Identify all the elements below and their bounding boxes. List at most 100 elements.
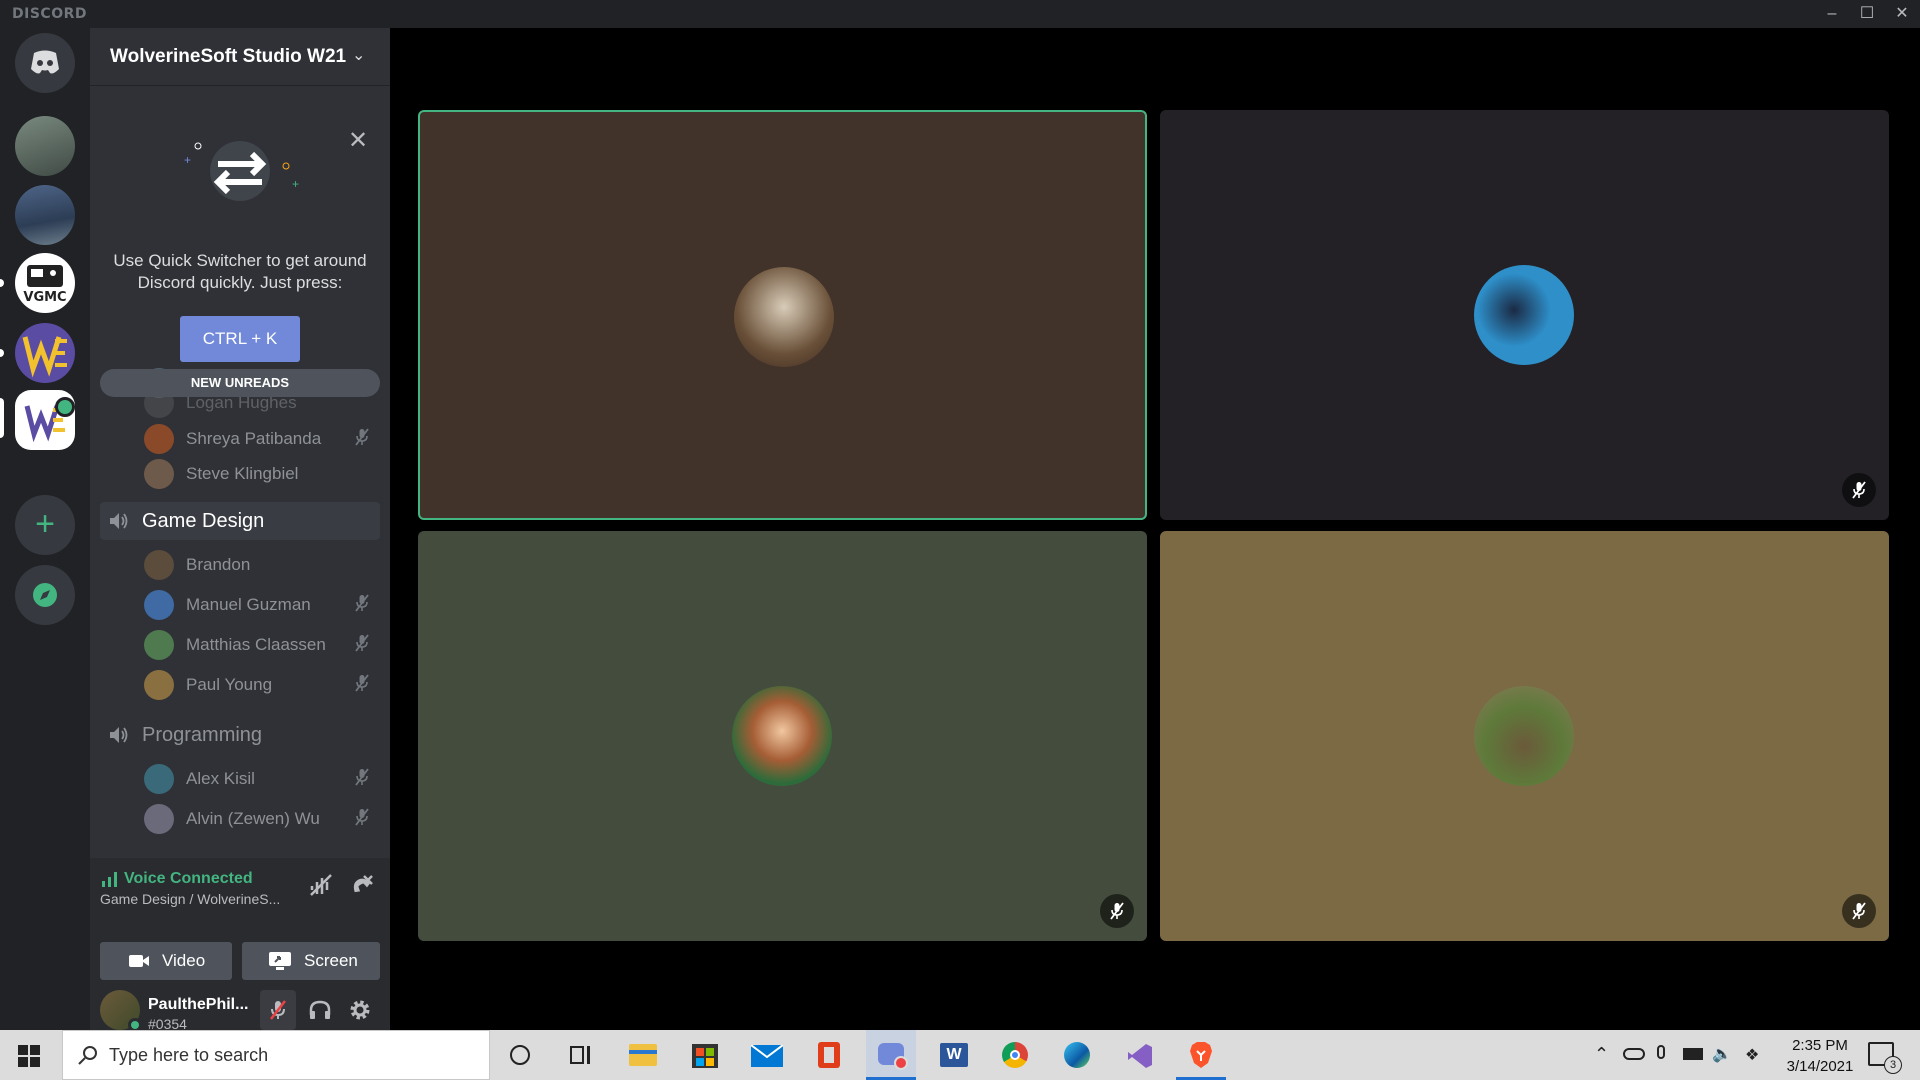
server-icon-1[interactable]	[15, 116, 75, 176]
discord-taskbar-icon[interactable]	[866, 1030, 916, 1080]
cortana-icon[interactable]	[495, 1030, 545, 1080]
microphone-muted-icon	[352, 767, 372, 787]
voice-member[interactable]: Shreya Patibanda	[144, 420, 380, 456]
speaker-icon	[110, 727, 128, 743]
mute-button[interactable]	[260, 990, 296, 1030]
server-header[interactable]: WolverineSoft Studio W21 ⌄	[90, 28, 390, 86]
office-icon[interactable]	[804, 1030, 854, 1080]
member-name: Alvin (Zewen) Wu	[186, 809, 320, 828]
server-name: WolverineSoft Studio W21	[110, 46, 347, 67]
file-explorer-icon[interactable]	[618, 1030, 668, 1080]
visual-studio-icon[interactable]	[1114, 1030, 1164, 1080]
noise-suppression-icon[interactable]	[308, 872, 334, 898]
app-title: DISCORD	[12, 6, 87, 22]
voice-member[interactable]: Alex Kisil	[144, 760, 380, 796]
signal-icon	[102, 872, 117, 887]
new-unreads-banner[interactable]: NEW UNREADS	[100, 369, 380, 397]
avatar	[144, 424, 174, 454]
voice-member[interactable]: Steve Klingbiel	[144, 455, 380, 491]
video-tile[interactable]	[418, 531, 1147, 941]
participant-avatar	[1474, 265, 1574, 365]
word-icon[interactable]: W	[928, 1030, 978, 1080]
voice-channel-programming[interactable]: Programming	[100, 716, 380, 754]
time: 2:35 PM	[1792, 1037, 1848, 1054]
member-name: Manuel Guzman	[186, 595, 311, 614]
screen-label: Screen	[304, 951, 358, 970]
taskbar-search[interactable]: Type here to search	[62, 1030, 490, 1080]
participant-avatar	[732, 686, 832, 786]
minimize-button[interactable]: –	[1815, 0, 1849, 28]
quick-switcher-tip: ✕ + + Use Quick Switcher to get around D…	[90, 86, 390, 386]
battery-icon[interactable]	[1683, 1048, 1703, 1060]
voice-active-badge	[55, 397, 75, 417]
voice-member[interactable]: Matthias Claassen	[144, 626, 380, 662]
quick-switcher-illustration-icon: + +	[184, 141, 299, 201]
unread-indicator	[0, 349, 4, 357]
brave-icon[interactable]	[1176, 1030, 1226, 1080]
user-panel: PaulthePhil... #0354	[90, 990, 390, 1032]
title-bar: DISCORD – ☐ ✕	[0, 0, 1920, 28]
dropbox-icon[interactable]: ❖	[1745, 1045, 1759, 1065]
server-icon-vgmc[interactable]: VGMC	[15, 253, 75, 313]
disconnect-icon[interactable]	[348, 872, 374, 898]
member-name: Matthias Claassen	[186, 635, 326, 654]
avatar	[144, 670, 174, 700]
channel-name: Game Design	[142, 510, 265, 532]
headphones-icon[interactable]	[308, 999, 332, 1021]
voice-member[interactable]: Alvin (Zewen) Wu	[144, 800, 380, 836]
voice-member[interactable]: Paul Young	[144, 666, 380, 702]
server-icon-wolverinesoft[interactable]	[15, 323, 75, 383]
member-name: Shreya Patibanda	[186, 429, 322, 448]
maximize-button[interactable]: ☐	[1850, 0, 1884, 28]
voice-status[interactable]: Voice Connected	[124, 870, 253, 888]
voice-channel-game-design[interactable]: Game Design	[100, 502, 380, 540]
microphone-muted-icon	[352, 427, 372, 447]
vgmc-logo-icon: VGMC	[23, 265, 67, 305]
video-tile[interactable]	[418, 110, 1147, 520]
search-placeholder: Type here to search	[109, 1045, 269, 1065]
add-server-button[interactable]: +	[15, 495, 75, 555]
close-window-button[interactable]: ✕	[1885, 0, 1919, 28]
mail-icon[interactable]	[742, 1030, 792, 1080]
avatar	[144, 764, 174, 794]
task-view-icon[interactable]	[555, 1030, 605, 1080]
server-icon-2[interactable]	[15, 185, 75, 245]
edge-icon[interactable]	[1052, 1030, 1102, 1080]
settings-gear-icon[interactable]	[348, 998, 372, 1022]
voice-location[interactable]: Game Design / WolverineS...	[100, 891, 280, 907]
microphone-muted-icon	[352, 807, 372, 827]
close-icon[interactable]: ✕	[348, 126, 368, 155]
windows-start-icon[interactable]	[18, 1045, 40, 1067]
notification-count: 3	[1884, 1056, 1902, 1074]
compass-icon	[33, 583, 57, 607]
username[interactable]: PaulthePhil...	[148, 996, 248, 1014]
video-tile[interactable]	[1160, 110, 1889, 520]
video-button[interactable]: Video	[100, 942, 232, 980]
chevron-up-icon[interactable]: ⌃	[1594, 1044, 1609, 1065]
microphone-muted-icon	[1842, 473, 1876, 507]
shortcut-button[interactable]: CTRL + K	[180, 316, 300, 362]
chevron-down-icon: ⌄	[352, 47, 366, 64]
screen-share-icon	[269, 952, 291, 970]
volume-icon[interactable]: 🔈	[1712, 1044, 1732, 1064]
explore-servers-button[interactable]	[15, 565, 75, 625]
taskbar: Type here to search W ⌃ 🔈 ❖ 2:35 PM 3/14…	[0, 1030, 1920, 1080]
clock[interactable]: 2:35 PM 3/14/2021	[1765, 1035, 1875, 1077]
store-icon[interactable]	[680, 1030, 730, 1080]
home-button[interactable]	[15, 33, 75, 93]
voice-member[interactable]: Manuel Guzman	[144, 586, 380, 622]
microphone-muted-icon	[1100, 894, 1134, 928]
voice-member[interactable]: Brandon	[144, 546, 380, 582]
microphone-muted-icon	[352, 633, 372, 653]
screen-share-button[interactable]: Screen	[242, 942, 380, 980]
wolverinesoft-logo-icon	[22, 336, 67, 378]
microphone-muted-icon	[352, 593, 372, 613]
microphone-icon[interactable]	[1657, 1045, 1665, 1059]
member-name: Alex Kisil	[186, 769, 255, 788]
onedrive-icon[interactable]	[1623, 1048, 1645, 1060]
member-name: Paul Young	[186, 675, 273, 694]
participant-avatar	[1474, 686, 1574, 786]
chrome-icon[interactable]	[990, 1030, 1040, 1080]
discord-logo-icon	[31, 50, 59, 74]
video-tile[interactable]	[1160, 531, 1889, 941]
